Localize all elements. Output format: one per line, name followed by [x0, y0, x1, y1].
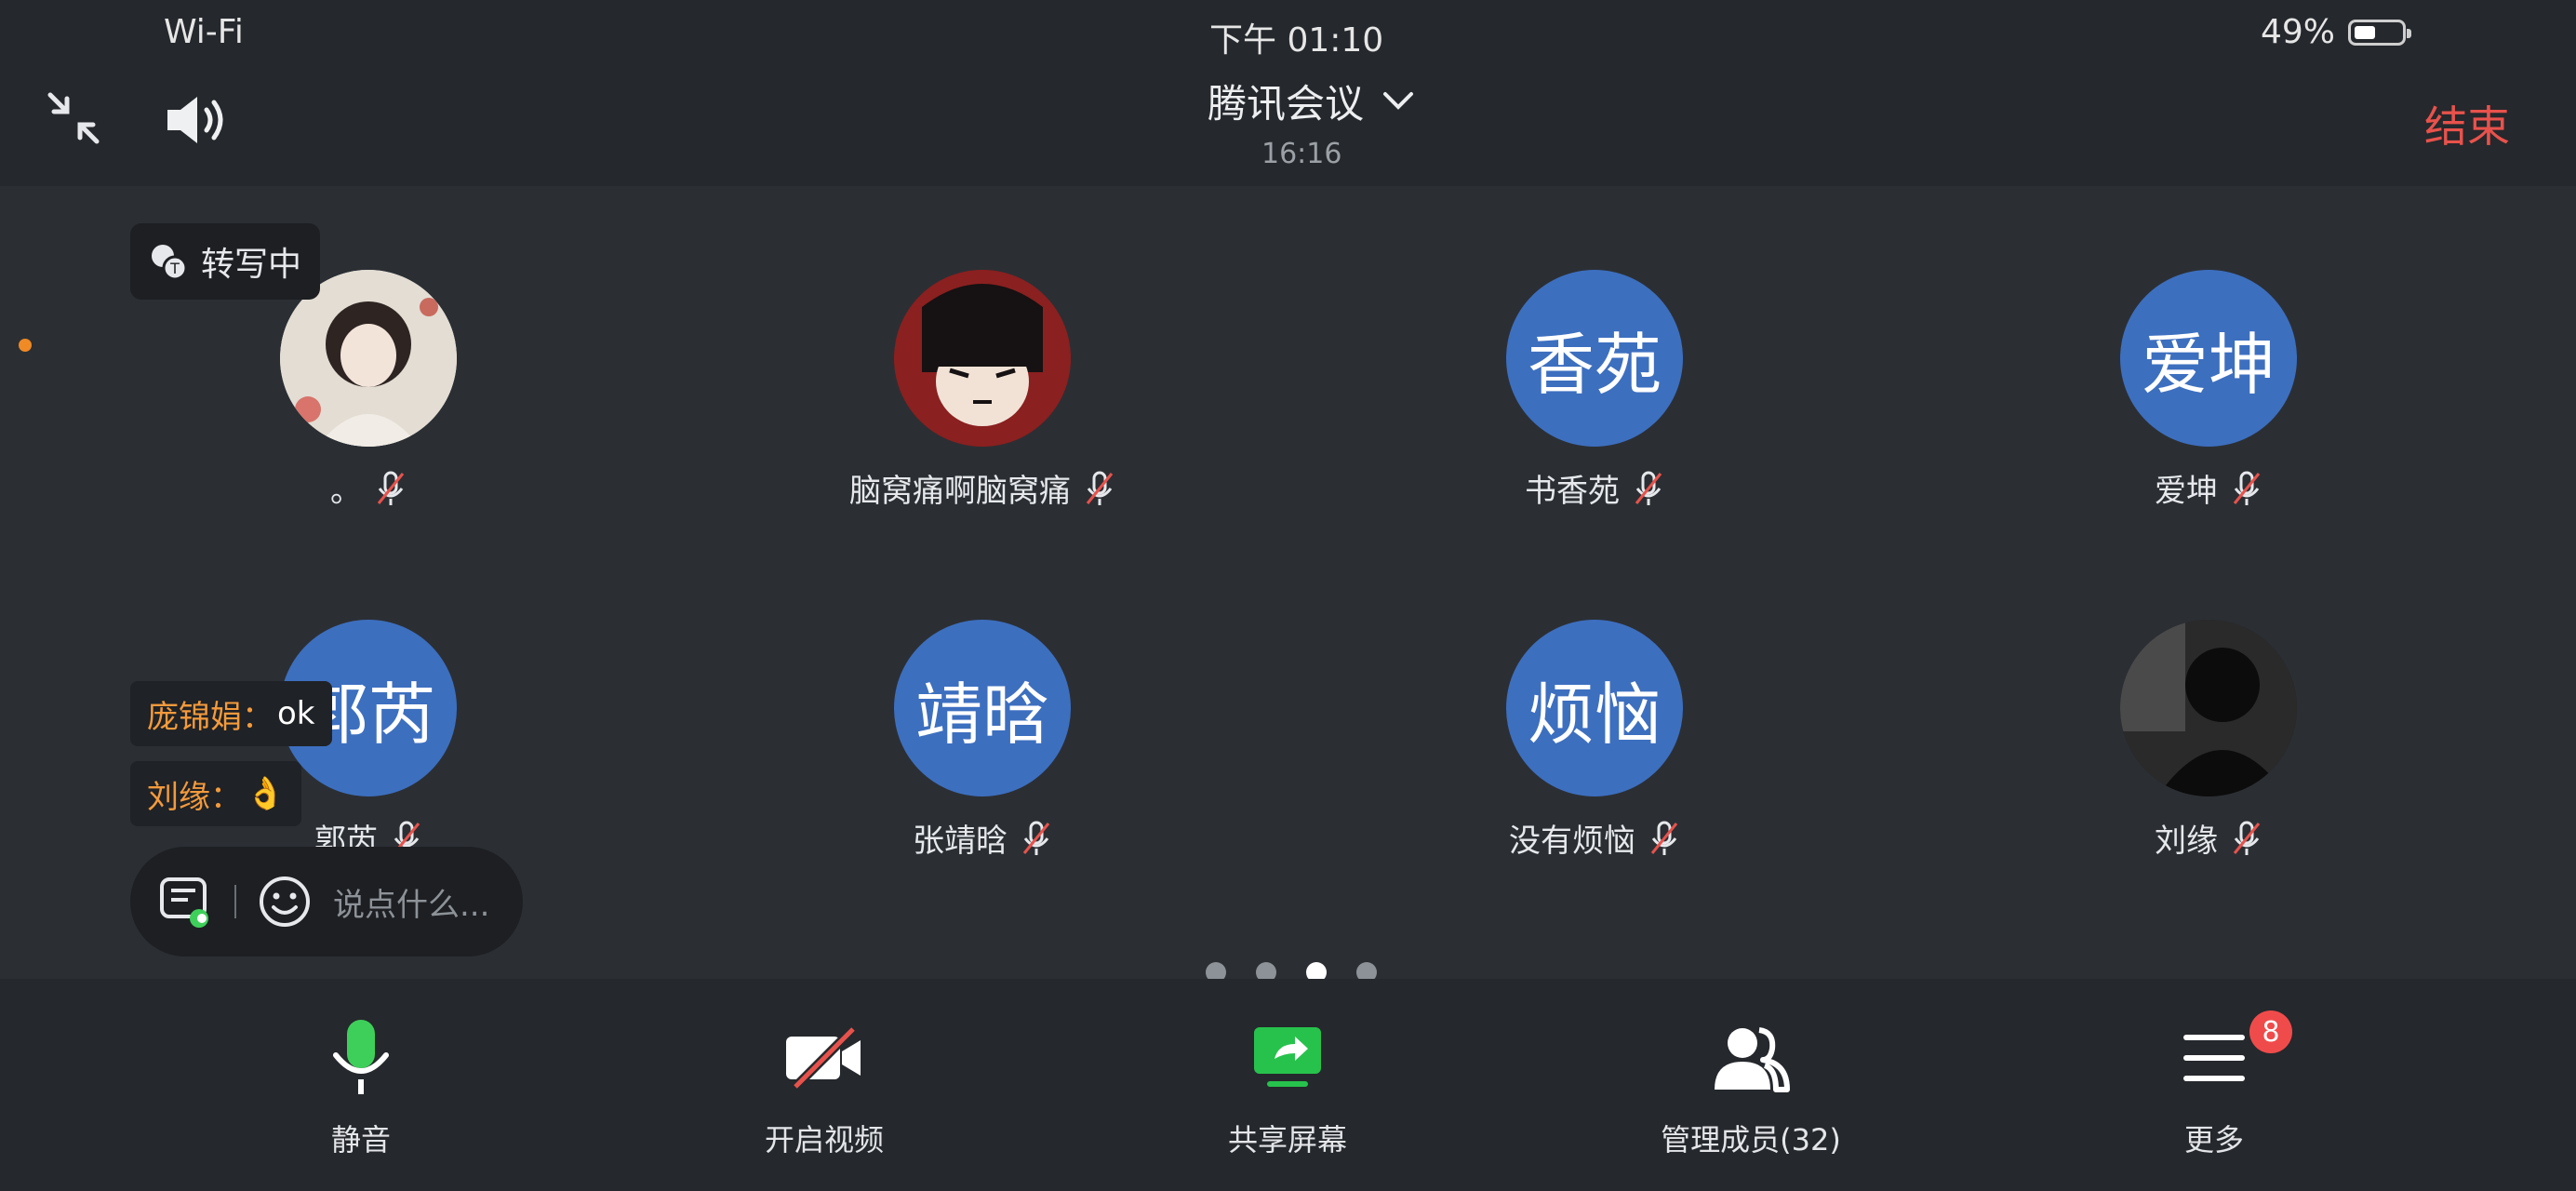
transcription-status[interactable]: T 转写中 [130, 223, 321, 300]
participant-name: 没有烦恼 [1509, 823, 1635, 860]
mic-muted-icon [377, 471, 405, 505]
participant-tile[interactable]: 香苑 书香苑 [1399, 270, 1790, 511]
manage-members-button[interactable]: 管理成员(32) [1611, 1007, 1890, 1159]
members-icon [1715, 1027, 1790, 1092]
minimize-icon[interactable] [45, 89, 102, 147]
battery-percent: 49% [2261, 13, 2336, 51]
mute-label: 静音 [330, 1122, 391, 1158]
more-label: 更多 [2183, 1122, 2244, 1158]
battery-icon [2348, 19, 2412, 46]
recording-dot [19, 339, 32, 352]
participant-name-row: 张靖晗 [787, 815, 1178, 861]
transcription-label: 转写中 [201, 246, 302, 284]
chat-input-placeholder[interactable]: 说点什么... [333, 879, 489, 925]
end-meeting-button[interactable]: 结束 [2424, 93, 2510, 154]
chevron-down-icon [1383, 91, 1414, 110]
top-bar: Wi-Fi 下午 01:10 49% 腾讯会议 16:16 结束 [0, 0, 2576, 186]
video-button[interactable]: 开启视频 [685, 1007, 964, 1159]
avatar: 香苑 [1506, 270, 1683, 447]
chat-input-divider [234, 885, 236, 918]
transcribe-icon: T [152, 245, 188, 281]
menu-icon [2183, 1035, 2245, 1081]
participant-tile[interactable]: 。 [173, 270, 564, 511]
chat-list-icon[interactable] [158, 874, 214, 930]
participant-name-row: 书香苑 [1399, 465, 1790, 511]
participant-tile[interactable]: 烦恼 没有烦恼 [1399, 620, 1790, 861]
mic-icon [333, 1020, 389, 1094]
meeting-title-text: 腾讯会议 [1208, 81, 1365, 127]
participant-name-row: 刘缘 [2013, 815, 2404, 861]
participant-tile[interactable]: 刘缘 [2013, 620, 2404, 861]
mic-muted-icon [1086, 471, 1114, 505]
meeting-duration: 16:16 [1261, 138, 1342, 170]
avatar [2120, 620, 2297, 796]
participant-name: 脑窝痛啊脑窝痛 [849, 473, 1071, 510]
share-label: 共享屏幕 [1227, 1122, 1347, 1158]
avatar [894, 270, 1071, 447]
mic-muted-icon [1650, 821, 1678, 855]
avatar: 爱坤 [2120, 270, 2297, 447]
members-label: 管理成员(32) [1661, 1122, 1841, 1158]
participant-name: 张靖晗 [913, 823, 1008, 860]
video-off-icon [786, 1025, 861, 1091]
svg-text:T: T [169, 260, 180, 277]
participant-tile[interactable]: 爱坤 爱坤 [2013, 270, 2404, 511]
mic-muted-icon [1022, 821, 1050, 855]
participant-tile[interactable]: 靖晗 张靖晗 [787, 620, 1178, 861]
meeting-title[interactable]: 腾讯会议 [1208, 73, 1414, 129]
chat-sender: 庞锦娟： [147, 698, 274, 736]
participant-name: 爱坤 [2155, 473, 2218, 510]
emoji-icon[interactable] [257, 874, 313, 930]
bottom-toolbar: 静音 开启视频 共享屏幕 管理成员(32) 8 更多 [0, 979, 2576, 1191]
notification-badge: 8 [2249, 1010, 2292, 1053]
participant-name: 刘缘 [2155, 823, 2218, 860]
share-screen-button[interactable]: 共享屏幕 [1148, 1007, 1427, 1159]
avatar: 烦恼 [1506, 620, 1683, 796]
participant-name-row: 。 [173, 465, 564, 511]
chat-message: 刘缘： 👌 [130, 761, 302, 826]
participant-name: 书香苑 [1525, 473, 1620, 510]
status-battery: 49% [2261, 13, 2412, 51]
participant-name-row: 没有烦恼 [1399, 815, 1790, 861]
mute-button[interactable]: 静音 [221, 1007, 501, 1159]
participant-tile[interactable]: 脑窝痛啊脑窝痛 [787, 270, 1178, 511]
status-time: 下午 01:10 [1209, 21, 1384, 60]
participant-name-row: 脑窝痛啊脑窝痛 [787, 465, 1178, 511]
participant-name: 。 [330, 473, 362, 510]
video-label: 开启视频 [764, 1122, 884, 1158]
share-screen-icon [1254, 1027, 1321, 1087]
chat-sender: 刘缘： [147, 778, 242, 816]
mic-muted-icon [1635, 471, 1662, 505]
more-button[interactable]: 8 更多 [2075, 1007, 2354, 1159]
chat-text: 👌 [246, 775, 286, 812]
speaker-icon[interactable] [164, 91, 229, 149]
status-network: Wi-Fi [164, 13, 244, 51]
mic-muted-icon [2233, 471, 2261, 505]
chat-text: ok [277, 695, 315, 732]
chat-message: 庞锦娟： ok [130, 681, 332, 746]
avatar: 靖晗 [894, 620, 1071, 796]
mic-muted-icon [2233, 821, 2261, 855]
chat-input-bar[interactable]: 说点什么... [130, 847, 523, 957]
participant-name-row: 爱坤 [2013, 465, 2404, 511]
